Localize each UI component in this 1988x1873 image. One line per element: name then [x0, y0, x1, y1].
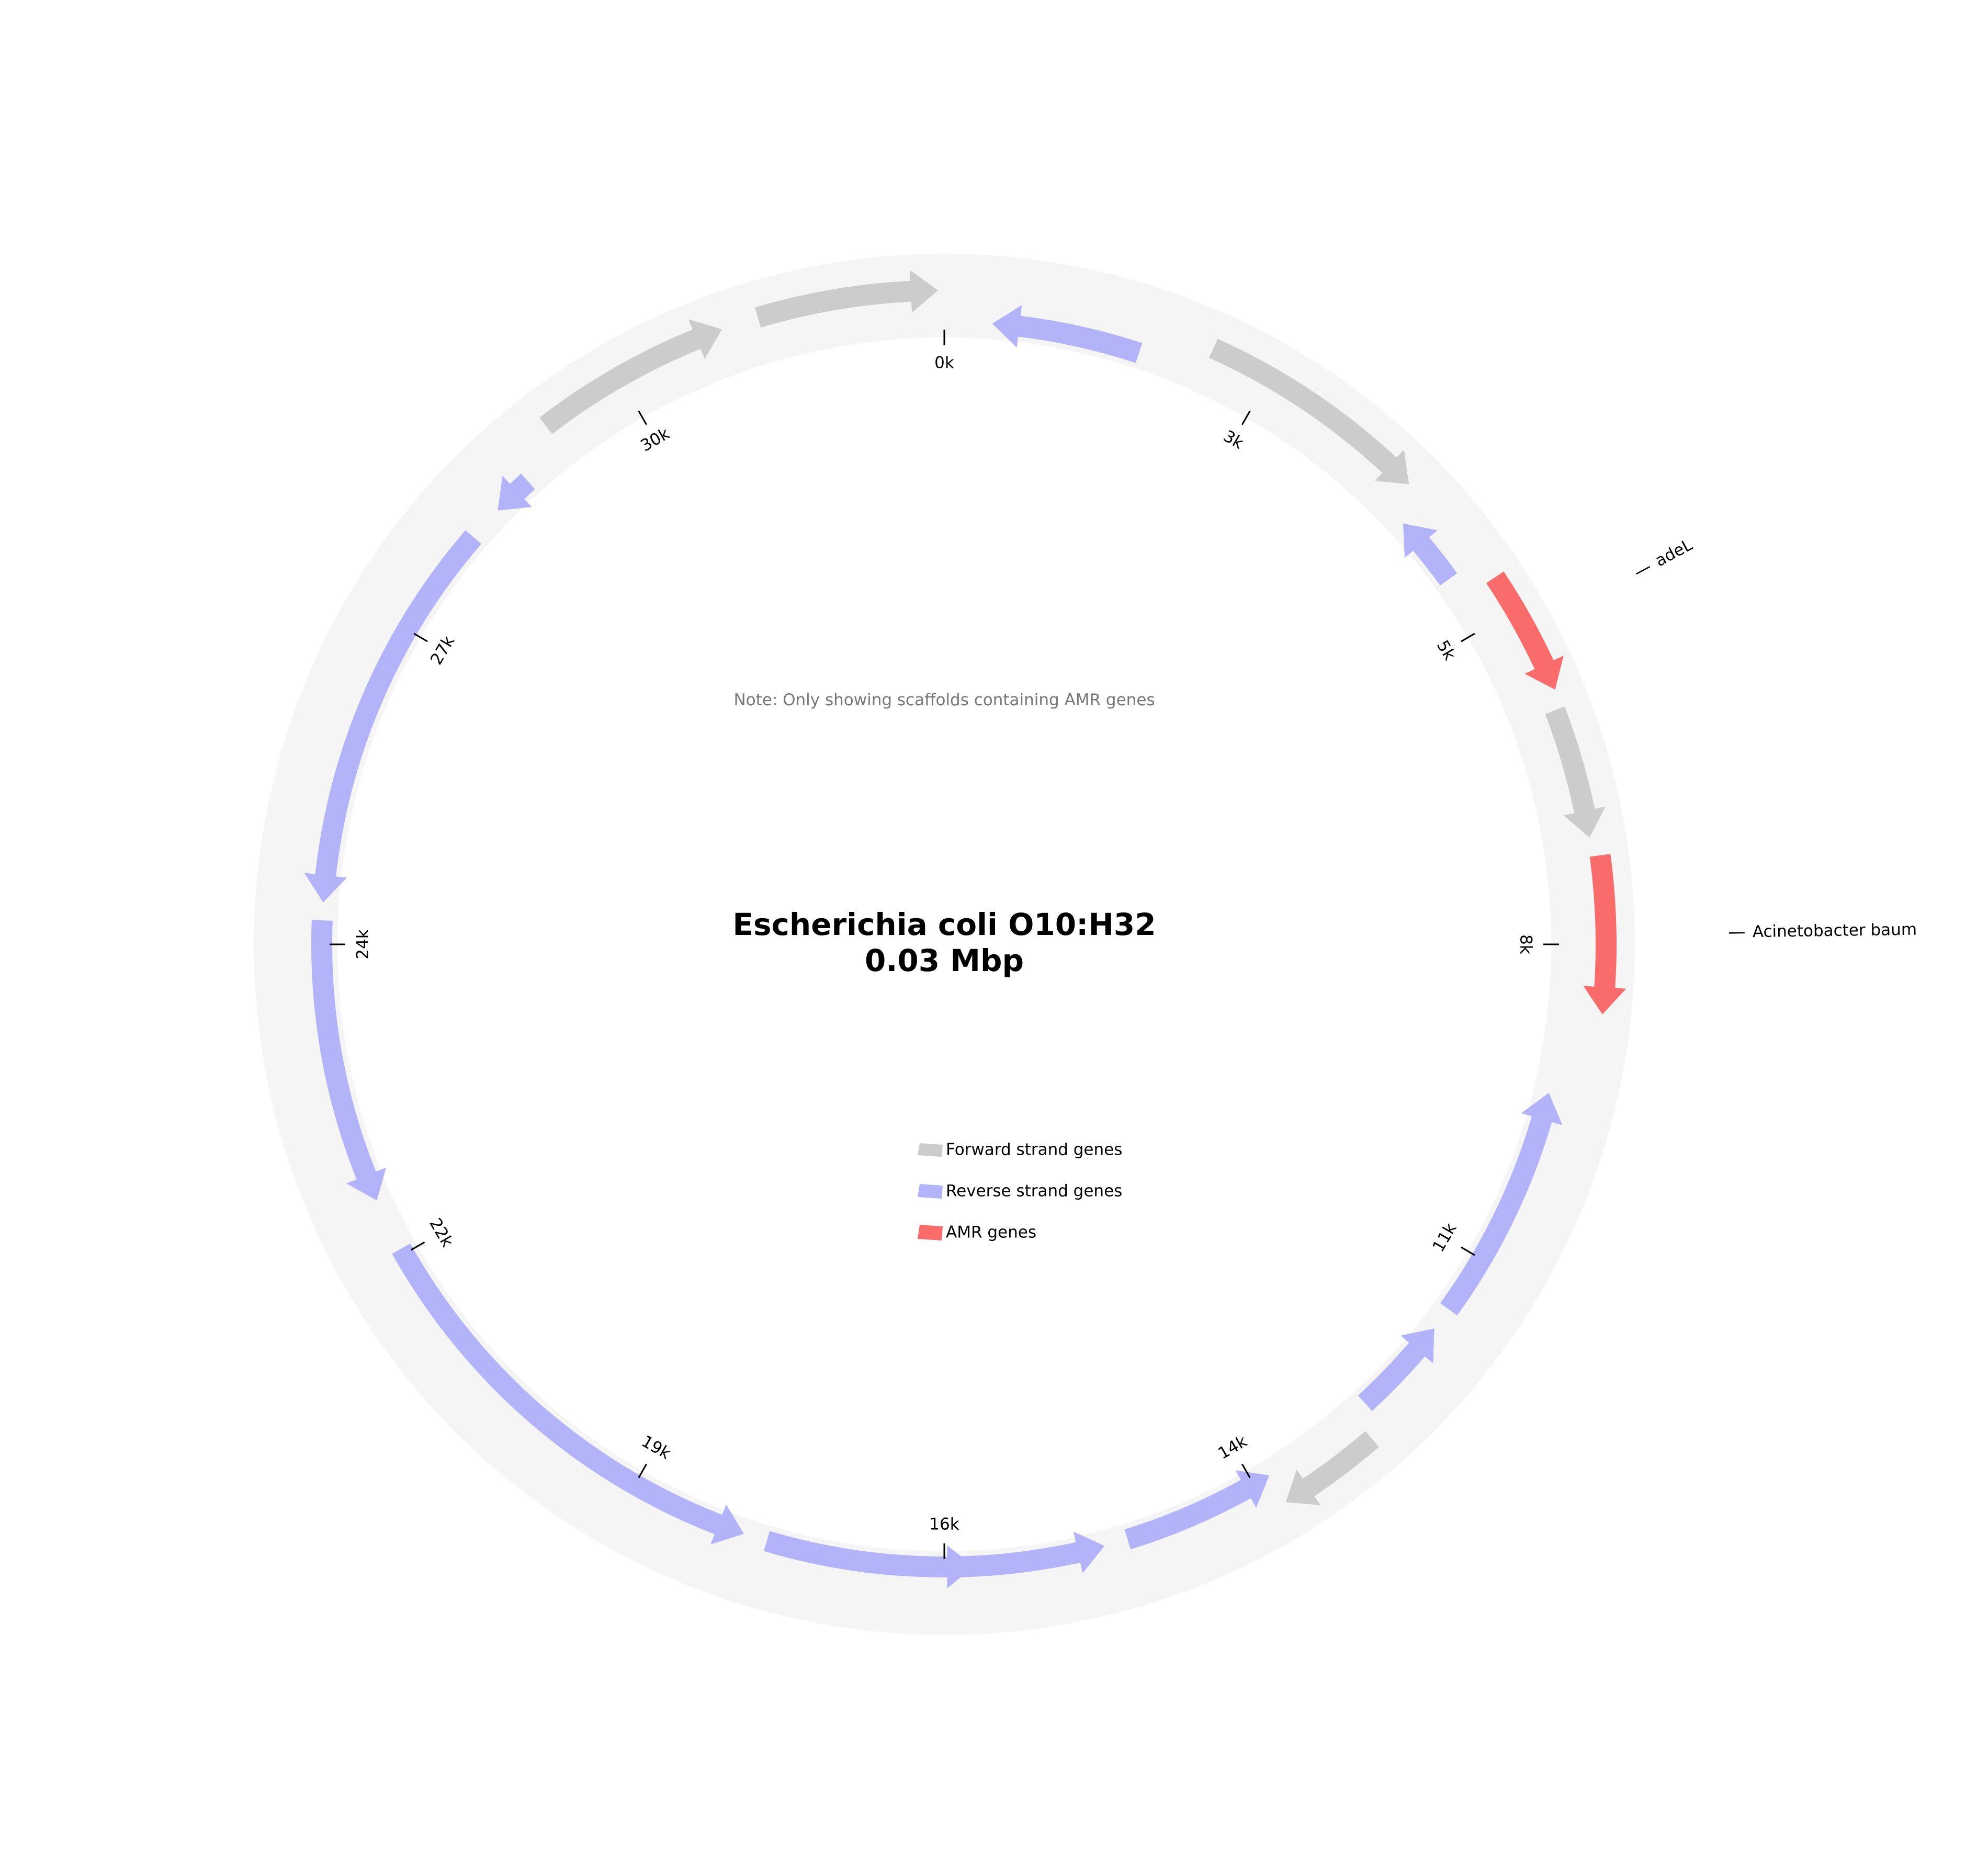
tick-label-16k: 16k [929, 1515, 959, 1534]
legend-label-amr: AMR genes [946, 1223, 1036, 1242]
tick-label-5k: 5k [1433, 637, 1459, 664]
legend: Forward strand genes Reverse strand genes… [918, 1141, 1122, 1242]
note-text: Note: Only showing scaffolds containing … [733, 691, 1155, 709]
legend-swatch-reverse [918, 1184, 943, 1199]
amr-gene-label: Acinetobacter baum [1753, 920, 1917, 942]
tick-label-3k: 3k [1220, 427, 1247, 453]
legend-swatch-amr [918, 1225, 943, 1240]
legend-label-reverse: Reverse strand genes [946, 1182, 1122, 1201]
tick-label-14k: 14k [1215, 1432, 1250, 1463]
tick-label-24k: 24k [354, 929, 372, 959]
amr-label-layer: Acinetobacter baum adeL [1635, 535, 1917, 942]
legend-label-forward: Forward strand genes [946, 1141, 1122, 1159]
tick-label-22k: 22k [425, 1215, 457, 1250]
tick-label-30k: 30k [638, 424, 673, 456]
amr-label-leader [1635, 566, 1651, 575]
legend-swatch-forward [918, 1143, 943, 1157]
tick-label-8k: 8k [1517, 934, 1535, 954]
center-title-organism: Escherichia coli O10:H32 [732, 907, 1156, 942]
tick-label-11k: 11k [1429, 1220, 1460, 1256]
center-title-size: 0.03 Mbp [865, 943, 1024, 978]
amr-gene-label: adeL [1652, 535, 1696, 570]
tick-label-19k: 19k [638, 1432, 674, 1463]
tick-label-0k: 0k [934, 354, 954, 373]
genome-circle-plot: 0k 3k 5k 8k 11k 14k 16k 19k 22k 24k 27k 30k Acineto… [254, 254, 1917, 1635]
tick-label-27k: 27k [427, 633, 458, 668]
